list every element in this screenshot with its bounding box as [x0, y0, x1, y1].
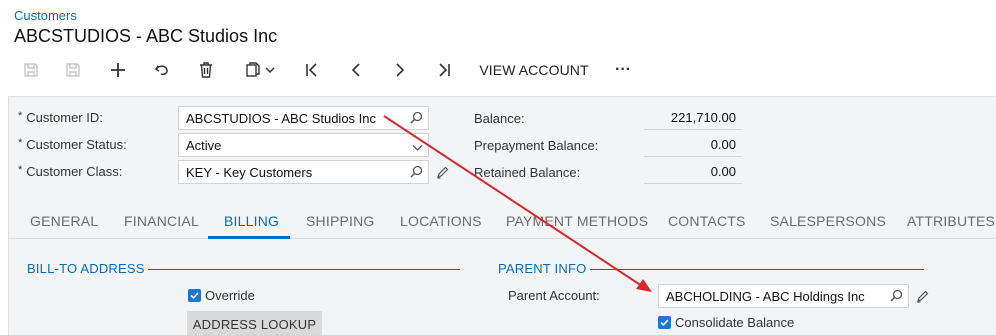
annotation-arrow [383, 115, 652, 292]
